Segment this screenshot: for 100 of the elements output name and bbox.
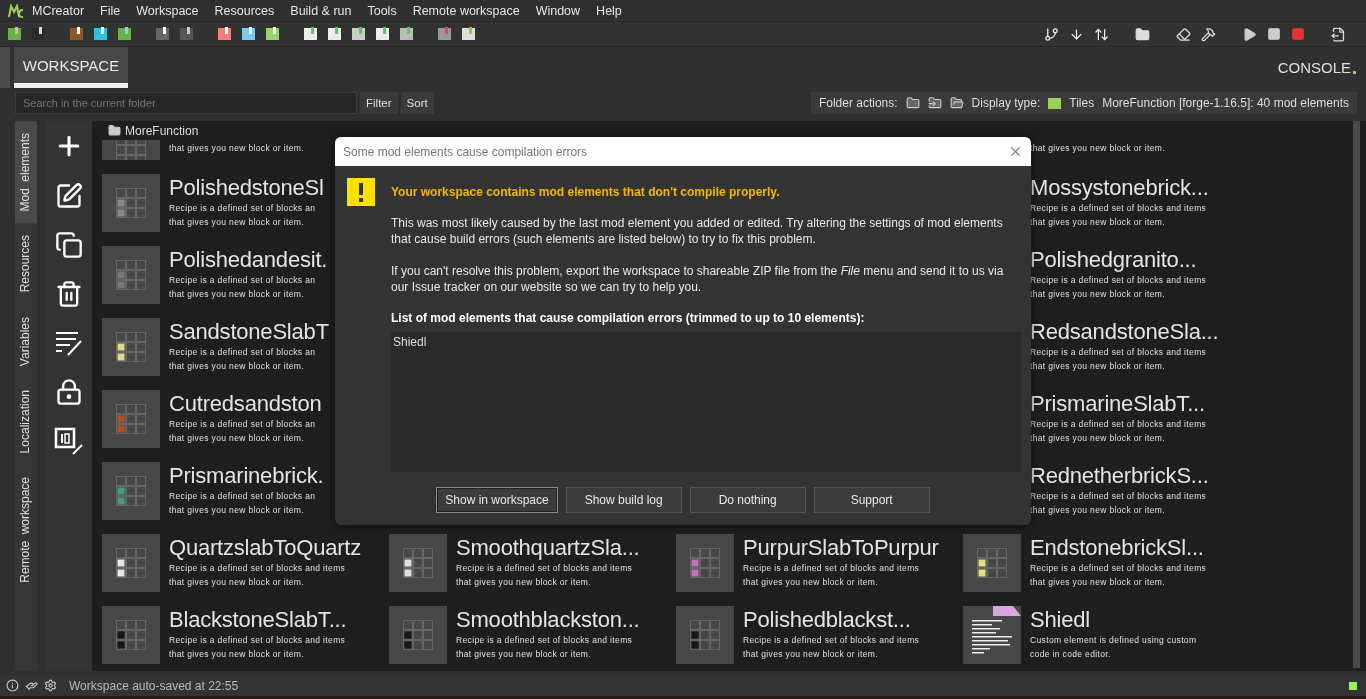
tile-description: Recipe is a defined set of blocks and items that gives you new block or item. — [1030, 202, 1208, 229]
side-tab[interactable]: Resources — [15, 223, 37, 305]
grass-import-icon[interactable] — [116, 26, 134, 42]
delete-icon[interactable] — [54, 280, 83, 308]
mod-element-tile[interactable]: SmoothquartzSla... Recipe is a defined set of blocks and items that gives you new block or item. — [389, 534, 676, 592]
creature-add-icon[interactable] — [302, 26, 320, 42]
settings-icon[interactable] — [44, 679, 57, 692]
hammer-icon[interactable] — [1201, 26, 1216, 42]
mod-element-tile[interactable]: Cutredsandston Recipe is a defined set of blocks an that gives you new block or item. — [102, 390, 389, 448]
grid-import-icon[interactable] — [264, 26, 282, 42]
console-tab[interactable]: CONSOLE — [1277, 47, 1366, 88]
duplicate-icon[interactable] — [54, 231, 83, 259]
tiles-icon[interactable] — [1048, 97, 1062, 109]
move-folder-icon[interactable] — [927, 96, 942, 110]
folder-breadcrumb[interactable]: MoreFunction — [125, 123, 199, 138]
menu-item[interactable]: Tools — [359, 3, 405, 18]
sort-button[interactable]: Sort — [400, 92, 434, 114]
mod-element-tile[interactable]: BlackstoneSlabT... Recipe is a defined set of blocks and items that gives you new block or item. — [102, 606, 389, 664]
crafting-grid-icon — [116, 548, 146, 578]
stop-icon[interactable] — [1267, 27, 1281, 41]
side-tab[interactable]: Localization — [15, 377, 37, 466]
menu-item[interactable]: MCreator — [24, 3, 93, 18]
menu-item[interactable]: Remote workspace — [404, 3, 528, 18]
folder-actions-label: Folder actions: — [818, 96, 898, 110]
folder-icon[interactable] — [1135, 26, 1150, 42]
crafting-grid-icon — [403, 620, 433, 650]
side-tab[interactable]: Mod elements — [15, 121, 37, 224]
pickaxe-add-icon[interactable] — [350, 26, 368, 42]
workspace-tab[interactable]: WORKSPACE — [14, 47, 128, 88]
hand-icon[interactable] — [25, 679, 38, 692]
arrows-bar-icon[interactable] — [436, 26, 454, 42]
display-type-label: Display type: — [971, 96, 1041, 110]
menu-item[interactable]: Build & run — [282, 3, 360, 18]
mod-element-tile[interactable]: Polishedandesit. Recipe is a defined set of blocks an that gives you new block or item. — [102, 246, 389, 304]
orb-import-icon[interactable] — [92, 26, 110, 42]
menu-item[interactable]: Workspace — [128, 3, 207, 18]
close-icon[interactable] — [1008, 144, 1023, 159]
id-card-pencil-icon[interactable] — [53, 427, 84, 455]
tile-description: Recipe is a defined set of blocks and items that gives you new block or item. — [1030, 418, 1207, 445]
tile-title: SmoothquartzSla... — [456, 535, 640, 561]
mod-element-tile[interactable]: EndstonebrickSl... Recipe is a defined set of blocks and items that gives you new block or item. — [963, 534, 1250, 592]
menu-item[interactable]: Resources — [206, 3, 283, 18]
film-add-icon[interactable] — [30, 26, 48, 42]
side-tab[interactable]: Remote workspace — [15, 465, 37, 595]
mod-element-tile[interactable]: PolishedstoneSl Recipe is a defined set of blocks an that gives you new block or item. — [102, 174, 389, 232]
mod-element-tile[interactable]: SandstoneSlabT Recipe is a defined set of blocks an that gives you new block or item. — [102, 318, 389, 376]
play-icon[interactable] — [1242, 26, 1257, 42]
tile-description: Recipe is a defined set of blocks and items that gives you new block or item. — [169, 562, 347, 589]
arrow-down-icon[interactable] — [1069, 26, 1084, 42]
mod-element-tile[interactable]: QuartzslabToQuartz Recipe is a defined set of blocks and items that gives you new block or item. — [102, 534, 389, 592]
eraser-icon[interactable] — [1176, 26, 1191, 42]
side-tab[interactable]: Variables — [15, 304, 37, 378]
dialog-title: Some mod elements cause compilation errors — [343, 144, 588, 159]
mod-element-tile[interactable]: Prismarinebrick. Recipe is a defined set of blocks an that gives you new block or item. — [102, 462, 389, 520]
dialog-button[interactable]: Show build log — [565, 487, 682, 513]
arrows-up-down-icon[interactable] — [1094, 26, 1109, 42]
block-import-icon[interactable] — [68, 26, 86, 42]
tile-title: RednetherbrickS... — [1030, 463, 1209, 489]
menu-item[interactable]: Window — [527, 3, 589, 18]
mod-element-tile[interactable]: Smoothblackston... Recipe is a defined set of blocks and items that gives you new block or item. — [389, 606, 676, 664]
scrollbar[interactable] — [1353, 121, 1360, 668]
mod-element-tile[interactable]: Shiedl Custom element is defined using custom code in code editor. — [963, 606, 1250, 664]
door-import-icon[interactable] — [178, 26, 196, 42]
git-branch-icon[interactable] — [1044, 26, 1059, 42]
dialog-button[interactable]: Do nothing — [689, 487, 806, 513]
tile-title: Cutredsandston — [169, 391, 322, 417]
new-folder-icon[interactable] — [905, 96, 920, 110]
blob-add-icon[interactable] — [326, 26, 344, 42]
info-icon[interactable] — [6, 679, 19, 692]
mod-element-tile[interactable]: PurpurSlabToPurpur Recipe is a defined set of blocks and items that gives you new block or item. — [676, 534, 963, 592]
crafting-grid-icon — [116, 260, 146, 290]
clip-icon[interactable] — [460, 26, 478, 42]
crafting-grid-icon — [403, 548, 433, 578]
display-type-value[interactable]: Tiles — [1069, 96, 1095, 110]
filter-button[interactable]: Filter — [360, 92, 398, 114]
search-field[interactable]: Search in the current folder — [15, 92, 357, 114]
status-indicator — [1349, 681, 1357, 690]
tile-description: Recipe is a defined set of blocks an that gives you new block or item. — [169, 490, 317, 517]
mod-element-tile[interactable]: Polishedblackst... Recipe is a defined set of blocks and items that gives you new block or item. — [676, 606, 963, 664]
list-pencil-icon[interactable] — [53, 329, 84, 357]
dialog-button[interactable]: Show in workspace — [436, 487, 558, 513]
folder-icon[interactable] — [949, 96, 964, 110]
file-export-icon[interactable] — [1331, 26, 1346, 42]
menu-item[interactable]: Help — [588, 3, 630, 18]
texture-add-icon[interactable] — [6, 26, 24, 42]
dialog-heading: Your workspace contains mod elements that don't compile properly. — [391, 185, 781, 199]
tree-add-icon[interactable] — [374, 26, 392, 42]
collapse-handle[interactable] — [0, 47, 10, 88]
tile-title: PolishedstoneSl — [169, 175, 324, 201]
edit-icon[interactable] — [54, 182, 83, 210]
dialog-button[interactable]: Support — [813, 487, 930, 513]
tile-description: Custom element is defined using custom code in code editor. — [1030, 634, 1197, 661]
error-list-item[interactable]: Shiedl — [393, 335, 1019, 349]
gear-import-icon[interactable] — [154, 26, 172, 42]
grid-import-icon[interactable] — [216, 26, 234, 42]
tile-title: Prismarinebrick. — [169, 463, 324, 489]
lock-icon[interactable] — [54, 378, 83, 406]
cube-add-icon[interactable] — [398, 26, 416, 42]
menu-item[interactable]: File — [92, 3, 129, 18]
grid-import-icon[interactable] — [240, 26, 258, 42]
